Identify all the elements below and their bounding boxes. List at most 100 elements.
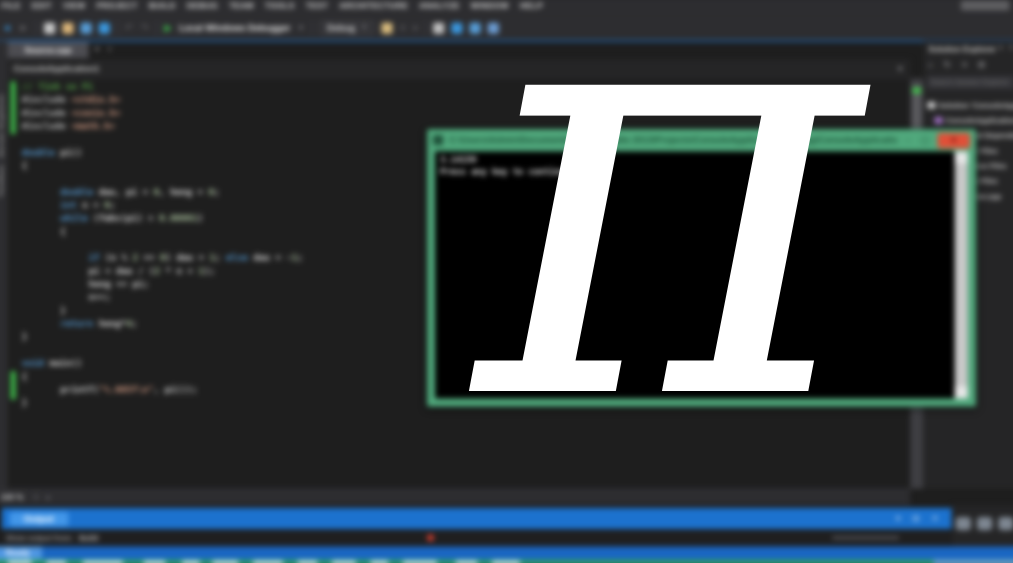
document-tab[interactable]: Source.cpp (8, 42, 89, 58)
tree-item-solution-consoleapplication1-1[interactable]: Solution 'ConsoleApplication1' (1 projec… (923, 98, 1013, 113)
menu-item-debug[interactable]: DEBUG (187, 1, 218, 10)
console-scrollbar[interactable] (955, 151, 968, 398)
scroll-down-arrow[interactable] (955, 386, 968, 398)
code-token: <math.h> (71, 122, 115, 132)
code-token: dau, pi = (93, 188, 153, 198)
menu-item-window[interactable]: WINDOW (471, 1, 509, 10)
start-debug-icon[interactable]: ▶ (164, 22, 172, 33)
console-minimize-icon[interactable]: – (906, 135, 911, 145)
toolbar-separator (425, 21, 426, 35)
run-button-label[interactable]: Local Windows Debugger (179, 23, 290, 33)
server-explorer-vertical-tab[interactable]: Server Explorer (0, 94, 6, 158)
zoombar-icons[interactable]: ≡ ▸ (34, 493, 54, 502)
menu-item-build[interactable]: BUILD (149, 1, 176, 10)
uncomment-icon[interactable] (469, 22, 480, 33)
editor-navigation-bar: ConsoleApplication1 ▼ (8, 59, 911, 78)
code-token: <stdio.h> (71, 96, 120, 106)
code-token: { (22, 372, 27, 382)
corner-button-icon[interactable] (998, 517, 1013, 530)
tree-item-label: ConsoleApplication1 (946, 116, 1013, 125)
panel-window-buttons[interactable]: ▾ ✕ (999, 44, 1013, 52)
code-token: #include (22, 109, 71, 119)
code-token: #include (22, 96, 71, 106)
comment-icon[interactable] (451, 22, 462, 33)
taskbar-sliver (0, 560, 1013, 563)
redo-icon[interactable]: ↷ (141, 22, 149, 33)
console-window[interactable]: C:\Users\Admin\Documents\Visual Studio 2… (427, 129, 976, 407)
menu-item-edit[interactable]: EDIT (32, 1, 52, 10)
toolbar-misc-icon[interactable]: ⏸ (413, 22, 418, 33)
config-dropdown-label: Debug (327, 23, 355, 33)
output-tab[interactable]: Output (10, 511, 68, 525)
tab-close-icon[interactable]: × (107, 44, 112, 54)
save-icon[interactable] (80, 22, 91, 33)
toolbar-misc-icon[interactable]: ≡ (400, 22, 406, 33)
save-all-icon[interactable] (99, 22, 110, 33)
undo-icon[interactable]: ↶ (125, 22, 133, 33)
menu-item-file[interactable]: FILE (2, 1, 21, 10)
toolbar-separator (117, 21, 118, 35)
platform-tool-icon[interactable] (382, 22, 393, 33)
status-text: Ready (6, 548, 30, 557)
main-toolbar: ◄ ► ↶ ↷ ▶ Local Windows Debugger ▼ Debug… (0, 16, 1013, 40)
menu-item-architecture[interactable]: ARCHITECTURE (339, 1, 408, 10)
left-tool-strip: Server Explorer Toolbox (0, 41, 8, 489)
config-chevron-icon: ▼ (361, 25, 367, 31)
tree-item-consoleapplication1[interactable]: ConsoleApplication1 (923, 113, 1013, 128)
output-window-buttons[interactable]: ▾ ⊟ ✕ (896, 514, 943, 523)
open-folder-icon[interactable] (62, 22, 73, 33)
code-token: #include (22, 122, 71, 132)
code-token: ); (204, 267, 215, 277)
solution-icon (927, 102, 935, 109)
new-file-icon[interactable] (44, 22, 55, 33)
code-token: heng += pi; (89, 280, 149, 290)
menu-item-view[interactable]: VIEW (63, 1, 85, 10)
nav-chevron-icon[interactable]: ▼ (896, 64, 904, 73)
console-close-button[interactable]: ✕ (938, 133, 970, 148)
output-source-dropdown[interactable]: Build (79, 533, 98, 542)
menu-items-group: FILE EDIT VIEW PROJECT BUILD DEBUG TEAM TOOLS TE… (2, 1, 544, 10)
code-token: } (22, 333, 27, 343)
console-titlebar[interactable]: C:\Users\Admin\Documents\Visual Studio 2… (427, 129, 976, 151)
corner-button-icon[interactable] (977, 517, 992, 530)
menu-item-project[interactable]: PROJECT (97, 1, 138, 10)
menu-item-analyze[interactable]: ANALYZE (419, 1, 459, 10)
code-token: n = (77, 201, 104, 211)
code-token: ) (198, 214, 203, 224)
code-token: (fabs(pi) > (88, 214, 159, 224)
code-token: double (22, 148, 55, 158)
solution-explorer-toolbar[interactable]: ⌂ ↻ ≡ ⊞ (927, 59, 989, 70)
corner-button-icon[interactable] (956, 517, 971, 530)
project-icon (934, 117, 942, 124)
console-maximize-icon[interactable]: ▢ (921, 135, 930, 146)
code-token: , heng = (159, 188, 208, 198)
cmd-icon (433, 135, 443, 145)
zoom-level-dropdown[interactable]: 100 % (1, 493, 24, 502)
menu-item-tools[interactable]: TOOLS (265, 1, 295, 10)
nav-scope-dropdown[interactable]: ConsoleApplication1 (14, 63, 100, 73)
status-chip: Ready (0, 546, 42, 559)
run-dropdown-chevron-icon[interactable]: ▼ (298, 22, 305, 33)
find-in-files-icon[interactable] (433, 22, 444, 33)
scroll-up-arrow[interactable] (955, 151, 968, 163)
menu-item-test[interactable]: TEST (306, 1, 328, 10)
navigate-forward-icon[interactable]: ► (19, 22, 29, 33)
menu-item-team[interactable]: TEAM (229, 1, 254, 10)
status-bar: Ready (0, 546, 1013, 559)
code-token: dau = - (248, 254, 292, 264)
indent-icon[interactable] (488, 22, 499, 33)
solution-config-dropdown[interactable]: Debug ▼ (320, 21, 375, 35)
system-tray (933, 560, 1013, 563)
tab-pin-icon[interactable]: ▾ (95, 44, 100, 55)
console-line: 3.14159 (435, 154, 968, 166)
navigate-back-icon[interactable]: ◄ (2, 22, 12, 33)
tree-item-label: Solution 'ConsoleApplication1' (1 projec… (939, 101, 1013, 110)
code-token: == (138, 254, 160, 264)
solution-search-input[interactable] (927, 76, 1013, 88)
menu-item-help[interactable]: HELP (520, 1, 543, 10)
blurred-ide-layer: FILE EDIT VIEW PROJECT BUILD DEBUG TEAM TOOLS TE… (0, 0, 1013, 563)
menu-bar: FILE EDIT VIEW PROJECT BUILD DEBUG TEAM TOOLS TE… (0, 0, 1013, 16)
output-panel-header[interactable]: Output ▾ ⊟ ✕ (2, 508, 952, 529)
code-token: { (60, 227, 65, 237)
toolbox-vertical-tab[interactable]: Toolbox (0, 164, 6, 197)
